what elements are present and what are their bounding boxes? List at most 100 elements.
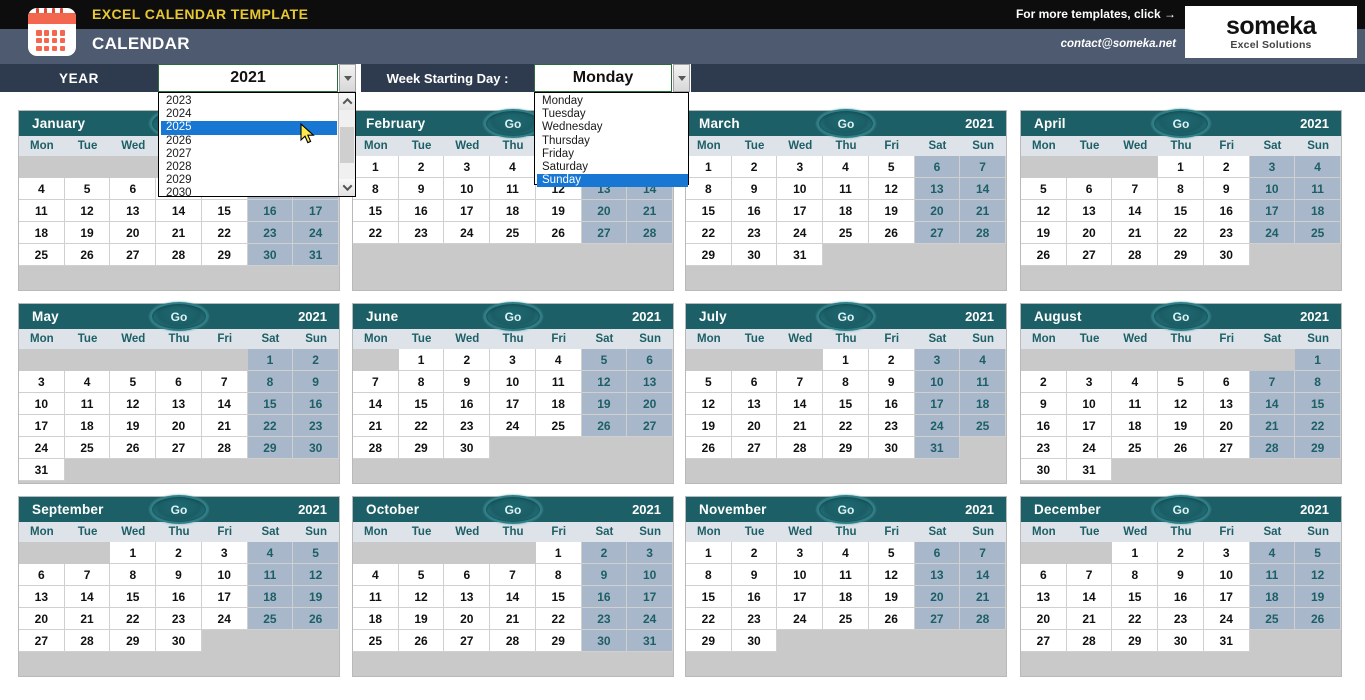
day-cell[interactable]: 26 [868,608,915,630]
day-cell[interactable]: 11 [1112,393,1159,415]
day-cell[interactable]: 19 [1295,586,1341,608]
day-cell[interactable]: 28 [1066,630,1113,652]
day-cell[interactable]: 10 [1203,564,1250,586]
day-cell[interactable]: 25 [960,415,1006,437]
day-cell[interactable]: 12 [868,564,915,586]
day-cell[interactable]: 9 [731,564,778,586]
day-cell[interactable]: 5 [293,542,339,564]
day-cell[interactable]: 18 [823,586,869,608]
scroll-up-icon[interactable] [339,93,355,110]
year-option[interactable]: 2027 [161,148,337,161]
someka-logo[interactable]: someka Excel Solutions [1185,6,1357,58]
day-cell[interactable]: 26 [535,222,582,244]
day-cell[interactable]: 20 [627,393,673,415]
day-cell[interactable]: 18 [1295,200,1341,222]
day-cell[interactable]: 8 [1158,178,1204,200]
day-cell[interactable]: 20 [110,222,157,244]
day-cell[interactable]: 22 [1112,608,1159,630]
day-cell[interactable]: 25 [19,244,65,266]
day-cell[interactable]: 2 [731,156,778,178]
day-cell[interactable]: 27 [19,630,65,652]
week-start-dropdown-arrow-icon[interactable] [673,64,690,92]
day-cell[interactable]: 24 [914,415,961,437]
day-cell[interactable]: 23 [1158,608,1204,630]
week-start-option[interactable]: Saturday [537,161,688,174]
day-cell[interactable]: 29 [201,244,248,266]
day-cell[interactable]: 16 [581,586,628,608]
day-cell[interactable]: 9 [156,564,202,586]
day-cell[interactable]: 27 [914,222,961,244]
year-option[interactable]: 2028 [161,161,337,174]
day-cell[interactable]: 16 [868,393,915,415]
year-input[interactable]: 2021 [158,64,338,92]
day-cell[interactable]: 11 [960,371,1006,393]
day-cell[interactable]: 20 [581,200,628,222]
day-cell[interactable]: 23 [156,608,202,630]
day-cell[interactable]: 15 [686,200,732,222]
day-cell[interactable]: 23 [731,608,778,630]
day-cell[interactable]: 2 [293,349,339,371]
day-cell[interactable]: 27 [110,244,157,266]
day-cell[interactable]: 22 [353,222,399,244]
day-cell[interactable]: 10 [19,393,65,415]
day-cell[interactable]: 4 [353,564,399,586]
day-cell[interactable]: 14 [960,178,1006,200]
day-cell[interactable]: 6 [1021,564,1067,586]
day-cell[interactable]: 29 [1158,244,1204,266]
day-cell[interactable]: 3 [1066,371,1113,393]
day-cell[interactable]: 14 [1066,586,1113,608]
day-cell[interactable]: 22 [1158,222,1204,244]
week-start-option[interactable]: Monday [537,95,688,108]
day-cell[interactable]: 12 [64,200,111,222]
day-cell[interactable]: 23 [581,608,628,630]
day-cell[interactable]: 30 [581,630,628,652]
day-cell[interactable]: 14 [1249,393,1296,415]
day-cell[interactable]: 18 [535,393,582,415]
day-cell[interactable]: 28 [777,437,824,459]
day-cell[interactable]: 9 [398,178,445,200]
day-cell[interactable]: 31 [627,630,673,652]
day-cell[interactable]: 14 [353,393,399,415]
week-start-dropdown-list[interactable]: Monday Tuesday Wednesday Thursday Friday Satu… [534,92,689,188]
go-button-march[interactable]: Go [817,109,875,138]
week-start-option[interactable]: Friday [537,148,688,161]
day-cell[interactable]: 17 [1203,586,1250,608]
day-cell[interactable]: 15 [1158,200,1204,222]
day-cell[interactable]: 30 [444,437,491,459]
day-cell[interactable]: 7 [490,564,536,586]
day-cell[interactable]: 27 [581,222,628,244]
day-cell[interactable]: 15 [201,200,248,222]
day-cell[interactable]: 8 [686,564,732,586]
day-cell[interactable]: 8 [1112,564,1159,586]
day-cell[interactable]: 19 [110,415,157,437]
day-cell[interactable]: 18 [64,415,111,437]
day-cell[interactable]: 13 [1203,393,1250,415]
day-cell[interactable]: 18 [247,586,294,608]
day-cell[interactable]: 20 [444,608,491,630]
day-cell[interactable]: 24 [19,437,65,459]
day-cell[interactable]: 6 [110,178,157,200]
day-cell[interactable]: 20 [1021,608,1067,630]
day-cell[interactable]: 23 [731,222,778,244]
day-cell[interactable]: 29 [1112,630,1159,652]
day-cell[interactable]: 11 [535,371,582,393]
day-cell[interactable]: 5 [1295,542,1341,564]
day-cell[interactable]: 8 [535,564,582,586]
day-cell[interactable]: 21 [1066,608,1113,630]
day-cell[interactable]: 14 [1112,200,1159,222]
day-cell[interactable]: 11 [353,586,399,608]
day-cell[interactable]: 26 [868,222,915,244]
day-cell[interactable]: 4 [960,349,1006,371]
day-cell[interactable]: 2 [581,542,628,564]
day-cell[interactable]: 27 [731,437,778,459]
day-cell[interactable]: 21 [490,608,536,630]
week-start-input[interactable]: Monday [534,64,672,92]
day-cell[interactable]: 6 [156,371,202,393]
week-start-option[interactable]: Thursday [537,135,688,148]
day-cell[interactable]: 13 [731,393,778,415]
day-cell[interactable]: 10 [1066,393,1113,415]
day-cell[interactable]: 21 [201,415,248,437]
day-cell[interactable]: 26 [1295,608,1341,630]
day-cell[interactable]: 5 [1021,178,1067,200]
day-cell[interactable]: 3 [1249,156,1296,178]
